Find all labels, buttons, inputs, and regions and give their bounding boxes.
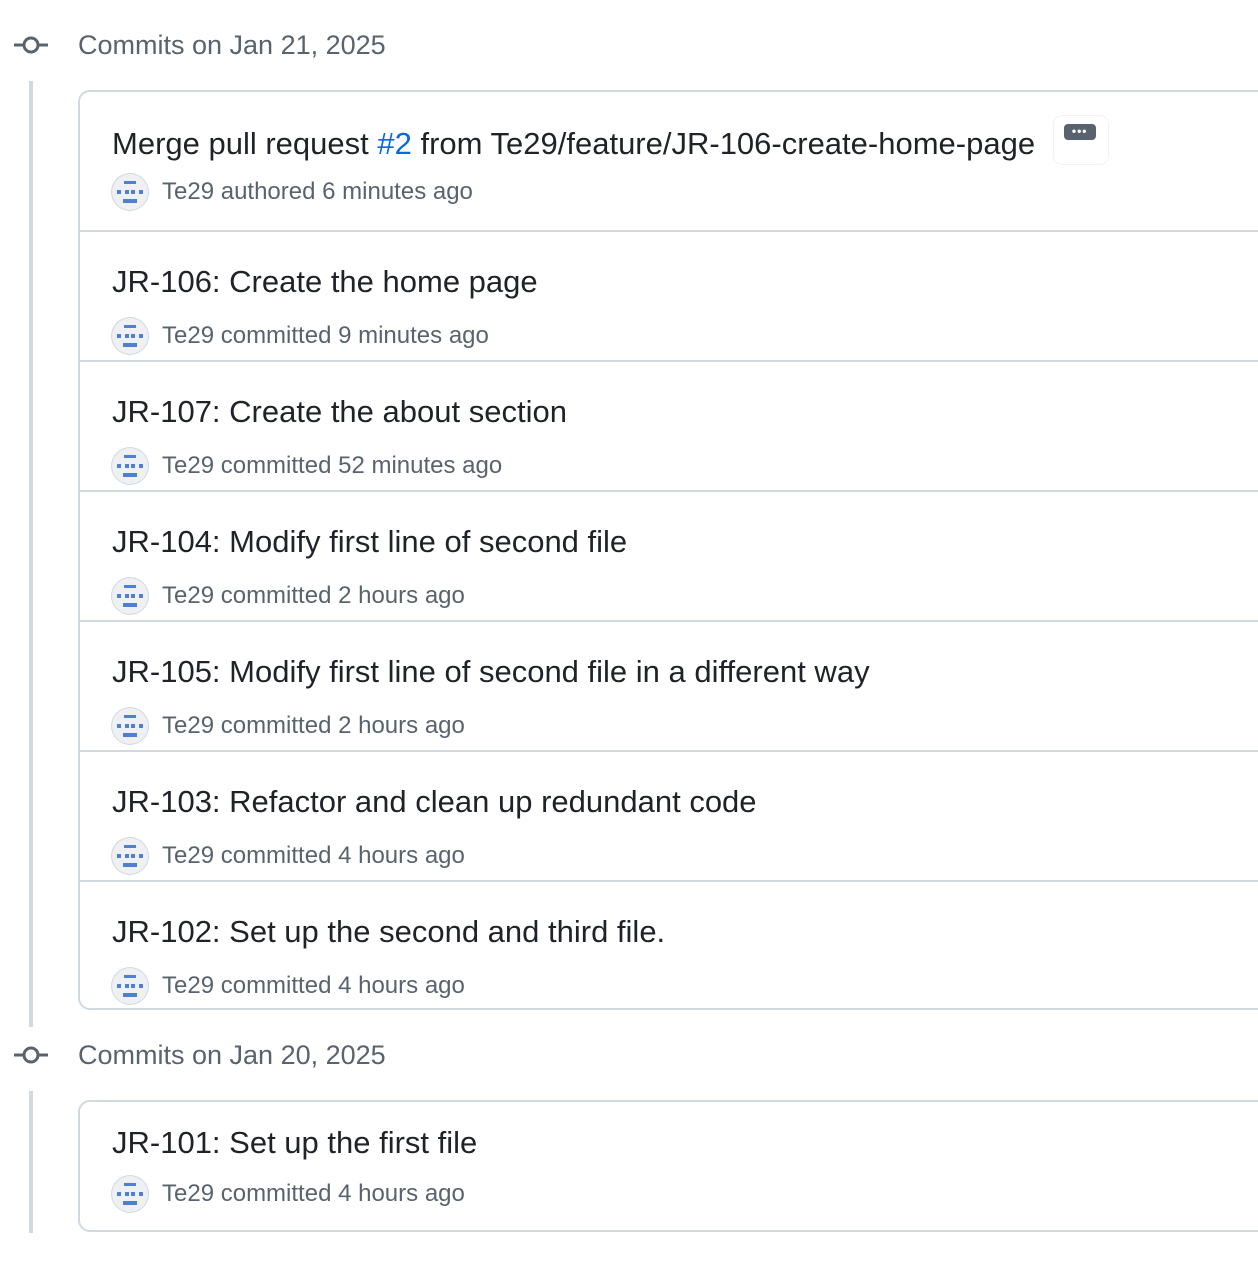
commit-row: JR-104: Modify first line of second file…	[80, 490, 1258, 620]
commit-title[interactable]: JR-107: Create the about section	[112, 393, 567, 431]
commit-title: Merge pull request #2 from Te29/feature/…	[112, 116, 1108, 170]
commit-row: Merge pull request #2 from Te29/feature/…	[80, 92, 1258, 230]
commit-time[interactable]: 4 hours ago	[338, 1180, 465, 1207]
commit-time[interactable]: 4 hours ago	[338, 972, 465, 999]
commit-list-box: JR-101: Set up the first file Te29 commi…	[78, 1100, 1258, 1232]
commit-title[interactable]: JR-106: Create the home page	[112, 263, 538, 301]
commit-group-header: Commits on Jan 21, 2025	[0, 29, 600, 61]
commit-time[interactable]: 2 hours ago	[338, 582, 465, 609]
commit-meta-text: Te29 committed 9 minutes ago	[162, 320, 489, 352]
commit-author-link[interactable]: Te29	[162, 452, 214, 479]
commit-meta-text: Te29 committed 2 hours ago	[162, 710, 465, 742]
identicon-avatar[interactable]	[112, 968, 148, 1004]
commit-title-prefix[interactable]: Merge pull request	[112, 126, 377, 161]
commit-action: committed	[220, 712, 332, 739]
commit-title[interactable]: JR-102: Set up the second and third file…	[112, 913, 665, 951]
commit-time[interactable]: 52 minutes ago	[338, 452, 502, 479]
commit-time[interactable]: 9 minutes ago	[338, 322, 489, 349]
commit-time[interactable]: 4 hours ago	[338, 842, 465, 869]
identicon-avatar[interactable]	[112, 578, 148, 614]
commit-title[interactable]: JR-104: Modify first line of second file	[112, 523, 627, 561]
commit-row: JR-102: Set up the second and third file…	[80, 880, 1258, 1010]
commit-list-box: Merge pull request #2 from Te29/feature/…	[78, 90, 1258, 1010]
commit-row: JR-105: Modify first line of second file…	[80, 620, 1258, 750]
expand-description-button[interactable]: •••	[1053, 116, 1108, 164]
identicon-avatar[interactable]	[112, 174, 148, 210]
timeline-line	[29, 1091, 33, 1233]
git-commit-icon	[14, 36, 48, 54]
commit-action: committed	[220, 452, 332, 479]
commit-author-link[interactable]: Te29	[162, 1180, 214, 1207]
commit-group-title: Commits on Jan 21, 2025	[78, 30, 386, 60]
identicon-avatar[interactable]	[112, 448, 148, 484]
commit-author-link[interactable]: Te29	[162, 178, 214, 205]
commit-title[interactable]: JR-105: Modify first line of second file…	[112, 653, 870, 691]
commit-action: committed	[220, 322, 332, 349]
commit-row: JR-106: Create the home page Te29 commit…	[80, 230, 1258, 360]
commit-action: committed	[220, 842, 332, 869]
commit-title-suffix[interactable]: from Te29/feature/JR-106-create-home-pag…	[412, 126, 1035, 161]
commit-meta-text: Te29 committed 4 hours ago	[162, 1178, 465, 1210]
commit-group-header: Commits on Jan 20, 2025	[0, 1039, 600, 1071]
commit-author-link[interactable]: Te29	[162, 712, 214, 739]
commit-author-link[interactable]: Te29	[162, 842, 214, 869]
commit-meta-text: Te29 committed 4 hours ago	[162, 970, 465, 1002]
commit-row: JR-103: Refactor and clean up redundant …	[80, 750, 1258, 880]
identicon-avatar[interactable]	[112, 318, 148, 354]
commit-action: committed	[220, 582, 332, 609]
commit-author-link[interactable]: Te29	[162, 972, 214, 999]
commit-history-page: Commits on Jan 21, 2025 Merge pull reque…	[0, 0, 1258, 1284]
commit-action: committed	[220, 1180, 332, 1207]
identicon-avatar[interactable]	[112, 708, 148, 744]
commit-time[interactable]: 2 hours ago	[338, 712, 465, 739]
commit-meta-text: Te29 committed 4 hours ago	[162, 840, 465, 872]
commit-author-link[interactable]: Te29	[162, 322, 214, 349]
commit-action: committed	[220, 972, 332, 999]
commit-action: authored	[220, 178, 316, 205]
identicon-avatar[interactable]	[112, 838, 148, 874]
commit-title[interactable]: JR-101: Set up the first file	[112, 1124, 477, 1162]
commit-time[interactable]: 6 minutes ago	[322, 178, 473, 205]
timeline-line	[29, 81, 33, 1027]
commit-author-link[interactable]: Te29	[162, 582, 214, 609]
commit-meta-text: Te29 committed 52 minutes ago	[162, 450, 502, 482]
commit-meta-text: Te29 committed 2 hours ago	[162, 580, 465, 612]
identicon-avatar[interactable]	[112, 1176, 148, 1212]
git-commit-icon	[14, 1046, 48, 1064]
commit-group-title: Commits on Jan 20, 2025	[78, 1040, 386, 1070]
ellipsis-icon: •••	[1063, 124, 1096, 140]
commit-row: JR-107: Create the about section Te29 co…	[80, 360, 1258, 490]
commit-meta-text: Te29 authored 6 minutes ago	[162, 176, 473, 208]
pull-request-link[interactable]: #2	[377, 126, 411, 161]
commit-row: JR-101: Set up the first file Te29 commi…	[80, 1102, 1258, 1230]
commit-title[interactable]: JR-103: Refactor and clean up redundant …	[112, 783, 757, 821]
